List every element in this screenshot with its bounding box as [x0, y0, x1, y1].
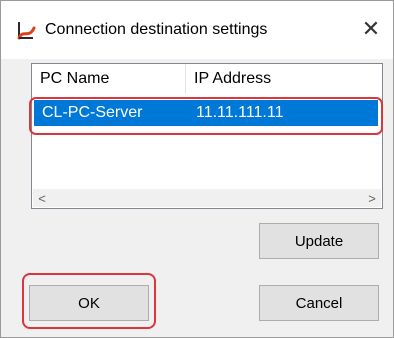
window-title: Connection destination settings [45, 21, 268, 38]
pc-list[interactable]: PC Name IP Address CL-PC-Server 11.11.11… [31, 63, 383, 209]
list-header: PC Name IP Address [32, 64, 382, 94]
app-logo-icon [15, 19, 37, 41]
column-header-ip-address[interactable]: IP Address [186, 64, 382, 94]
horizontal-scrollbar[interactable]: < > [33, 189, 381, 207]
update-button[interactable]: Update [259, 223, 379, 259]
pc-name-cell: CL-PC-Server [42, 104, 143, 121]
scroll-right-icon[interactable]: > [363, 189, 381, 207]
column-header-pc-name[interactable]: PC Name [32, 64, 186, 94]
ok-button[interactable]: OK [29, 285, 149, 321]
title-bar: Connection destination settings ✕ [1, 1, 393, 59]
cancel-button[interactable]: Cancel [259, 285, 379, 321]
close-button[interactable]: ✕ [349, 11, 393, 47]
connection-settings-dialog: Connection destination settings ✕ PC Nam… [0, 0, 394, 338]
ip-address-cell: 11.11.111.11 [196, 104, 284, 121]
list-item[interactable]: CL-PC-Server 11.11.111.11 [34, 100, 378, 126]
scroll-left-icon[interactable]: < [33, 189, 51, 207]
close-icon: ✕ [361, 16, 381, 41]
